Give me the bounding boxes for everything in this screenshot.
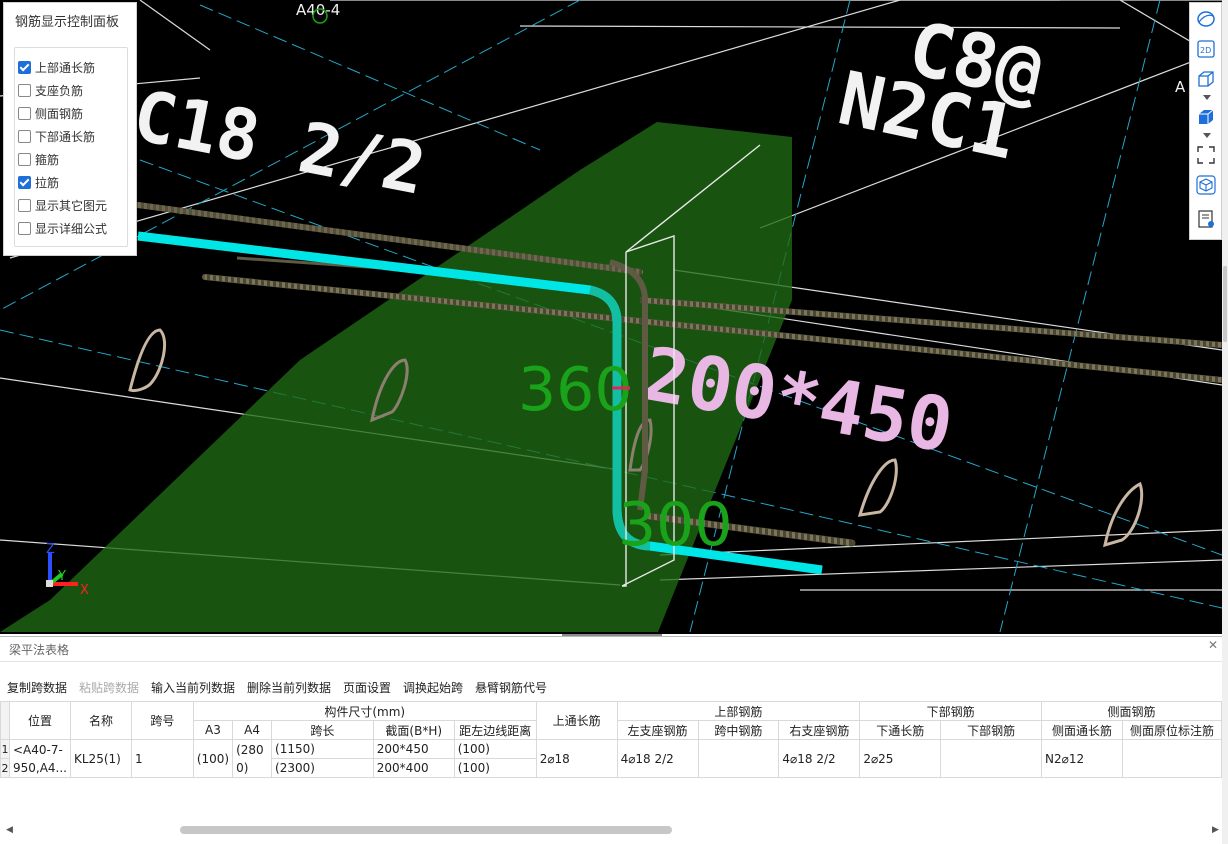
- delete-column-button[interactable]: 删除当前列数据: [247, 679, 331, 696]
- svg-text:2D: 2D: [1200, 46, 1211, 55]
- col-group-side: 侧面钢筋: [1040, 701, 1223, 721]
- checkbox[interactable]: [18, 129, 31, 143]
- beam-table-panel: 梁平法表格 ✕ 复制跨数据 粘贴跨数据 输入当前列数据 删除当前列数据 页面设置…: [0, 636, 1223, 841]
- col-dist-edge[interactable]: 距左边线距离: [453, 720, 537, 740]
- cell-span-length[interactable]: (2300): [271, 758, 374, 778]
- paste-span-button[interactable]: 粘贴跨数据: [79, 679, 139, 696]
- col-position[interactable]: 位置: [8, 701, 72, 740]
- cube-view-icon[interactable]: [1196, 175, 1216, 195]
- col-bottom-rebar[interactable]: 下部钢筋: [940, 720, 1042, 740]
- col-side-in-situ[interactable]: 侧面原位标注筋: [1121, 720, 1223, 740]
- col-mid-span[interactable]: 跨中钢筋: [697, 720, 780, 740]
- row-number[interactable]: 1: [0, 739, 10, 759]
- view-toolbar: 2D: [1189, 2, 1222, 240]
- axis-y-label: Y: [57, 569, 66, 584]
- cell-span-no[interactable]: 1: [130, 739, 194, 778]
- option-show-formula[interactable]: 显示详细公式: [18, 218, 107, 238]
- col-left-support[interactable]: 左支座钢筋: [616, 720, 699, 740]
- option-bottom-through[interactable]: 下部通长筋: [18, 126, 95, 146]
- checkbox[interactable]: [18, 198, 31, 212]
- cell-name[interactable]: KL25(1): [70, 739, 132, 778]
- option-top-through[interactable]: 上部通长筋: [18, 57, 95, 77]
- cell-section[interactable]: 200*400: [372, 758, 455, 778]
- 3d-viewport[interactable]: C8@ N2C1 C18 2/2 200*450 360 300 A40-4 A…: [0, 0, 1222, 634]
- cell-position[interactable]: <A40-7-950,A4...: [8, 739, 72, 778]
- scroll-left-icon[interactable]: ◀: [6, 825, 13, 835]
- vertical-scrollbar-track: [1222, 0, 1228, 844]
- fit-view-icon[interactable]: [1196, 145, 1216, 165]
- annotation-c18: C18 2/2: [127, 74, 432, 211]
- orbit-icon[interactable]: [1196, 9, 1216, 29]
- cell-mid-span[interactable]: [697, 739, 780, 778]
- col-section[interactable]: 截面(B*H): [372, 720, 455, 740]
- col-side-through[interactable]: 侧面通长筋: [1040, 720, 1123, 740]
- cell-bottom-rebar[interactable]: [940, 739, 1042, 778]
- checkbox[interactable]: [18, 152, 31, 166]
- panel-header: 梁平法表格 ✕: [0, 637, 1222, 662]
- dimension-300: 300: [618, 490, 733, 560]
- swap-start-span-button[interactable]: 调换起始跨: [403, 679, 463, 696]
- cell-span-length[interactable]: (1150): [271, 739, 374, 759]
- control-panel-title: 钢筋显示控制面板: [15, 15, 120, 30]
- col-name[interactable]: 名称: [70, 701, 132, 740]
- col-group-bottom: 下部钢筋: [859, 701, 1042, 721]
- col-a4[interactable]: A4: [232, 720, 273, 740]
- cell-section[interactable]: 200*450: [372, 739, 455, 759]
- page-setup-button[interactable]: 页面设置: [343, 679, 391, 696]
- beam-spec-table: 位置 名称 跨号 构件尺寸(mm) 上通长筋 上部钢筋 下部钢筋 侧面钢筋 A3…: [0, 701, 1223, 778]
- axis-label-right: A: [1175, 78, 1186, 96]
- vertical-scrollbar-thumb[interactable]: [1223, 266, 1227, 342]
- option-tie-bar[interactable]: 拉筋: [18, 172, 59, 192]
- chevron-down-icon[interactable]: [1203, 133, 1211, 138]
- checkbox[interactable]: [18, 106, 31, 120]
- col-span-no[interactable]: 跨号: [130, 701, 194, 740]
- panel-title: 梁平法表格: [9, 643, 70, 657]
- axis-x-label: X: [80, 583, 89, 598]
- close-icon[interactable]: ✕: [1208, 638, 1218, 652]
- 3d-box-icon[interactable]: [1196, 69, 1216, 89]
- row-number[interactable]: 2: [0, 758, 10, 778]
- cell-side-through[interactable]: N2⌀12: [1040, 739, 1123, 778]
- chevron-down-icon[interactable]: [1203, 95, 1211, 100]
- axis-z-label: Z: [46, 542, 55, 557]
- cell-bottom-through[interactable]: 2⌀25: [859, 739, 942, 778]
- option-stirrup[interactable]: 箍筋: [18, 149, 59, 169]
- horizontal-scrollbar[interactable]: [180, 826, 672, 834]
- input-column-button[interactable]: 输入当前列数据: [151, 679, 235, 696]
- col-group-size: 构件尺寸(mm): [192, 701, 537, 721]
- col-group-top: 上部钢筋: [616, 701, 861, 721]
- checkbox[interactable]: [18, 221, 31, 235]
- option-side-rebar[interactable]: 侧面钢筋: [18, 103, 83, 123]
- cell-a4[interactable]: (2800): [232, 739, 273, 778]
- col-span-length[interactable]: 跨长: [271, 720, 374, 740]
- cell-top-through[interactable]: 2⌀18: [535, 739, 618, 778]
- option-show-other[interactable]: 显示其它图元: [18, 195, 107, 215]
- col-right-support[interactable]: 右支座钢筋: [778, 720, 861, 740]
- option-support-negative[interactable]: 支座负筋: [18, 80, 83, 100]
- checkbox[interactable]: [18, 83, 31, 97]
- cell-side-in-situ[interactable]: [1121, 739, 1223, 778]
- cell-dist-edge[interactable]: (100): [453, 758, 537, 778]
- layers-icon[interactable]: [1196, 209, 1216, 229]
- copy-span-button[interactable]: 复制跨数据: [7, 679, 67, 696]
- scroll-right-icon[interactable]: ▶: [1212, 825, 1219, 835]
- cell-a3[interactable]: (100): [192, 739, 234, 778]
- solid-box-icon[interactable]: [1196, 107, 1216, 127]
- col-a3[interactable]: A3: [192, 720, 234, 740]
- option-group: [14, 47, 128, 247]
- cell-left-support[interactable]: 4⌀18 2/2: [616, 739, 699, 778]
- 2d-view-icon[interactable]: 2D: [1196, 39, 1216, 59]
- dimension-360: 360: [518, 355, 633, 425]
- checkbox[interactable]: [18, 60, 31, 74]
- cantilever-code-button[interactable]: 悬臂钢筋代号: [475, 679, 547, 696]
- checkbox[interactable]: [18, 175, 31, 189]
- scene-canvas[interactable]: C8@ N2C1 C18 2/2 200*450 360 300 A40-4 A…: [0, 0, 1222, 634]
- cell-dist-edge[interactable]: (100): [453, 739, 537, 759]
- table-toolbar: 复制跨数据 粘贴跨数据 输入当前列数据 删除当前列数据 页面设置 调换起始跨 悬…: [0, 679, 1222, 697]
- row-header-corner: [0, 701, 10, 740]
- col-top-through[interactable]: 上通长筋: [535, 701, 618, 740]
- rebar-display-control-panel: 钢筋显示控制面板 上部通长筋 支座负筋 侧面钢筋 下部通长筋 箍筋 拉筋 显示其…: [3, 2, 137, 256]
- col-bottom-through[interactable]: 下通长筋: [859, 720, 942, 740]
- cell-right-support[interactable]: 4⌀18 2/2: [778, 739, 861, 778]
